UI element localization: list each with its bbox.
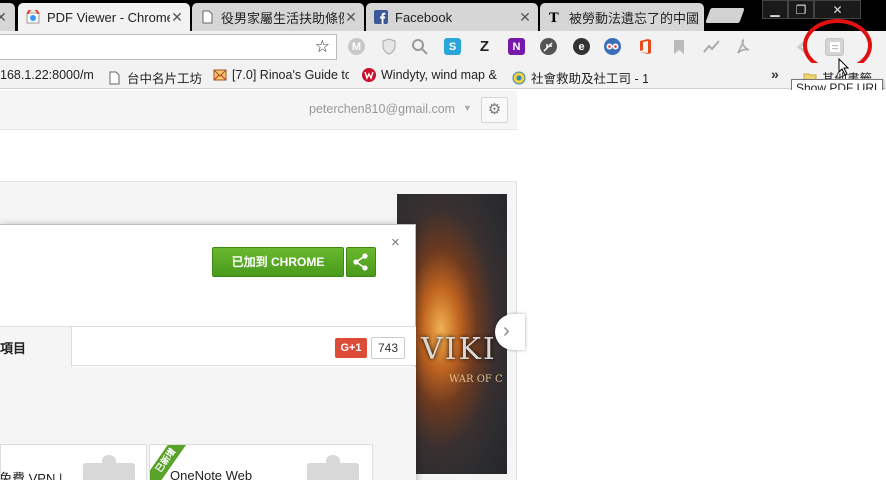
tab-nytimes[interactable]: T 被勞動法遺忘了的中國 bbox=[540, 3, 704, 31]
close-icon[interactable]: ✕ bbox=[518, 9, 532, 26]
tab-pdf-viewer[interactable]: PDF Viewer - Chrome ✕ bbox=[18, 3, 190, 31]
search-icon[interactable] bbox=[411, 38, 428, 55]
tab-facebook[interactable]: Facebook ✕ bbox=[366, 3, 538, 31]
e-icon[interactable]: e bbox=[573, 38, 590, 55]
gear-icon[interactable]: ⚙ bbox=[481, 97, 508, 123]
onenote-icon[interactable]: N bbox=[508, 38, 525, 55]
bookmark-label: 168.1.22:8000/m bbox=[0, 68, 94, 82]
new-tab-button[interactable] bbox=[705, 8, 745, 23]
maximize-button[interactable]: ❐ bbox=[788, 0, 814, 19]
puzzle-icon bbox=[307, 455, 359, 480]
nytimes-icon: T bbox=[548, 10, 562, 26]
browser-toolbar: ☆ M S Z N e bbox=[0, 31, 886, 63]
pulse-icon[interactable] bbox=[703, 38, 720, 55]
related-extension-card[interactable]: 免費 VPN | bbox=[0, 444, 147, 480]
added-to-chrome-button[interactable]: 已加到 CHROME bbox=[212, 247, 344, 277]
account-email[interactable]: peterchen810@gmail.com bbox=[309, 102, 455, 116]
feather-icon[interactable] bbox=[540, 38, 557, 55]
document-icon bbox=[200, 10, 214, 24]
bookmark-label: Windyty, wind map & bbox=[381, 68, 497, 82]
share-icon bbox=[353, 253, 368, 271]
card-title: 免費 VPN | bbox=[0, 471, 63, 480]
banner-subtitle: WAR OF C bbox=[449, 374, 503, 385]
web-store-panel: peterchen810@gmail.com ▼ ⚙ VIKI WAR OF C… bbox=[0, 90, 525, 480]
close-icon[interactable]: × bbox=[391, 234, 400, 251]
bookmark-icon[interactable] bbox=[670, 38, 687, 55]
search-band bbox=[0, 130, 517, 182]
close-icon[interactable]: ✕ bbox=[344, 9, 358, 26]
bookmark-windyty[interactable]: Windyty, wind map & bbox=[362, 68, 500, 82]
close-icon[interactable]: ✕ bbox=[0, 9, 8, 26]
dialog-tabs: 詳細項目 G+1 743 bbox=[0, 326, 416, 367]
banner-title: VIKI bbox=[421, 332, 497, 367]
s-icon[interactable]: S bbox=[444, 38, 461, 55]
related-extensions: 免費 VPN | 已新增 OneNote Web bbox=[0, 367, 416, 480]
chevron-down-icon[interactable]: ▼ bbox=[463, 103, 472, 113]
bookmarks-overflow-chevron[interactable]: » bbox=[771, 66, 779, 82]
bookmark-business-card[interactable]: 台中名片工坊 bbox=[108, 68, 203, 87]
bookmarks-bar: 168.1.22:8000/m 台中名片工坊 [7.0] Rinoa's Gui… bbox=[0, 63, 886, 89]
tab-regulation[interactable]: 役男家屬生活扶助條例 ✕ bbox=[192, 3, 364, 31]
svg-text:T: T bbox=[549, 11, 559, 24]
related-extension-card[interactable]: 已新增 OneNote Web bbox=[149, 444, 373, 480]
mouse-cursor-icon bbox=[838, 57, 850, 79]
puzzle-icon bbox=[83, 455, 135, 480]
bookmark-label: 社會救助及社工司 - 1 bbox=[531, 72, 648, 86]
gplus-button[interactable]: G+1 bbox=[335, 338, 367, 358]
page-content: peterchen810@gmail.com ▼ ⚙ VIKI WAR OF C… bbox=[0, 90, 886, 480]
document-icon bbox=[108, 71, 122, 85]
account-bar: peterchen810@gmail.com ▼ ⚙ bbox=[0, 90, 517, 130]
bookmark-label: [7.0] Rinoa's Guide to bbox=[232, 68, 349, 82]
tab-title: Facebook bbox=[395, 9, 453, 25]
chrome-web-store-icon bbox=[26, 8, 40, 24]
close-icon[interactable]: ✕ bbox=[170, 9, 184, 26]
tab-title: 被勞動法遺忘了的中國 bbox=[569, 10, 700, 26]
tab-title: PDF Viewer - Chrome bbox=[47, 9, 170, 25]
close-window-button[interactable]: ✕ bbox=[814, 0, 861, 19]
shield-icon[interactable] bbox=[380, 38, 397, 55]
bookmark-rinoa-guide[interactable]: [7.0] Rinoa's Guide to bbox=[213, 68, 349, 82]
address-bar[interactable]: ☆ bbox=[0, 34, 337, 60]
minimize-button[interactable]: ▁ bbox=[762, 0, 788, 19]
card-title: OneNote Web bbox=[170, 468, 253, 480]
emblem-icon bbox=[512, 71, 526, 85]
tab-partial[interactable]: ✕ bbox=[0, 3, 15, 31]
envelope-icon bbox=[213, 68, 227, 82]
share-button[interactable] bbox=[346, 247, 376, 277]
office-icon[interactable] bbox=[637, 38, 654, 55]
bookmark-local-server[interactable]: 168.1.22:8000/m bbox=[0, 68, 95, 82]
title-bar: ✕ PDF Viewer - Chrome ✕ 役男家屬生活扶助條例 ✕ Fac… bbox=[0, 0, 886, 31]
chevron-right-icon[interactable]: › bbox=[495, 314, 525, 350]
facebook-icon bbox=[374, 10, 388, 24]
bookmark-label: 台中名片工坊 bbox=[127, 72, 203, 86]
m-icon[interactable]: M bbox=[348, 38, 365, 55]
pdf-icon[interactable] bbox=[735, 38, 752, 55]
tab-details[interactable]: 詳細項目 bbox=[0, 326, 72, 367]
gplus-count: 743 bbox=[371, 337, 405, 359]
windyty-icon bbox=[362, 68, 376, 82]
owl-icon[interactable] bbox=[604, 38, 621, 55]
star-icon[interactable]: ☆ bbox=[315, 37, 330, 57]
z-icon[interactable]: Z bbox=[476, 38, 493, 55]
extension-detail-dialog: × 已加到 CHROME 詳細項目 G+1 743 免費 VPN | 已新增 O… bbox=[0, 224, 416, 480]
bookmark-social-welfare[interactable]: 社會救助及社工司 - 1 bbox=[512, 68, 648, 87]
tab-title: 役男家屬生活扶助條例 bbox=[221, 10, 344, 26]
